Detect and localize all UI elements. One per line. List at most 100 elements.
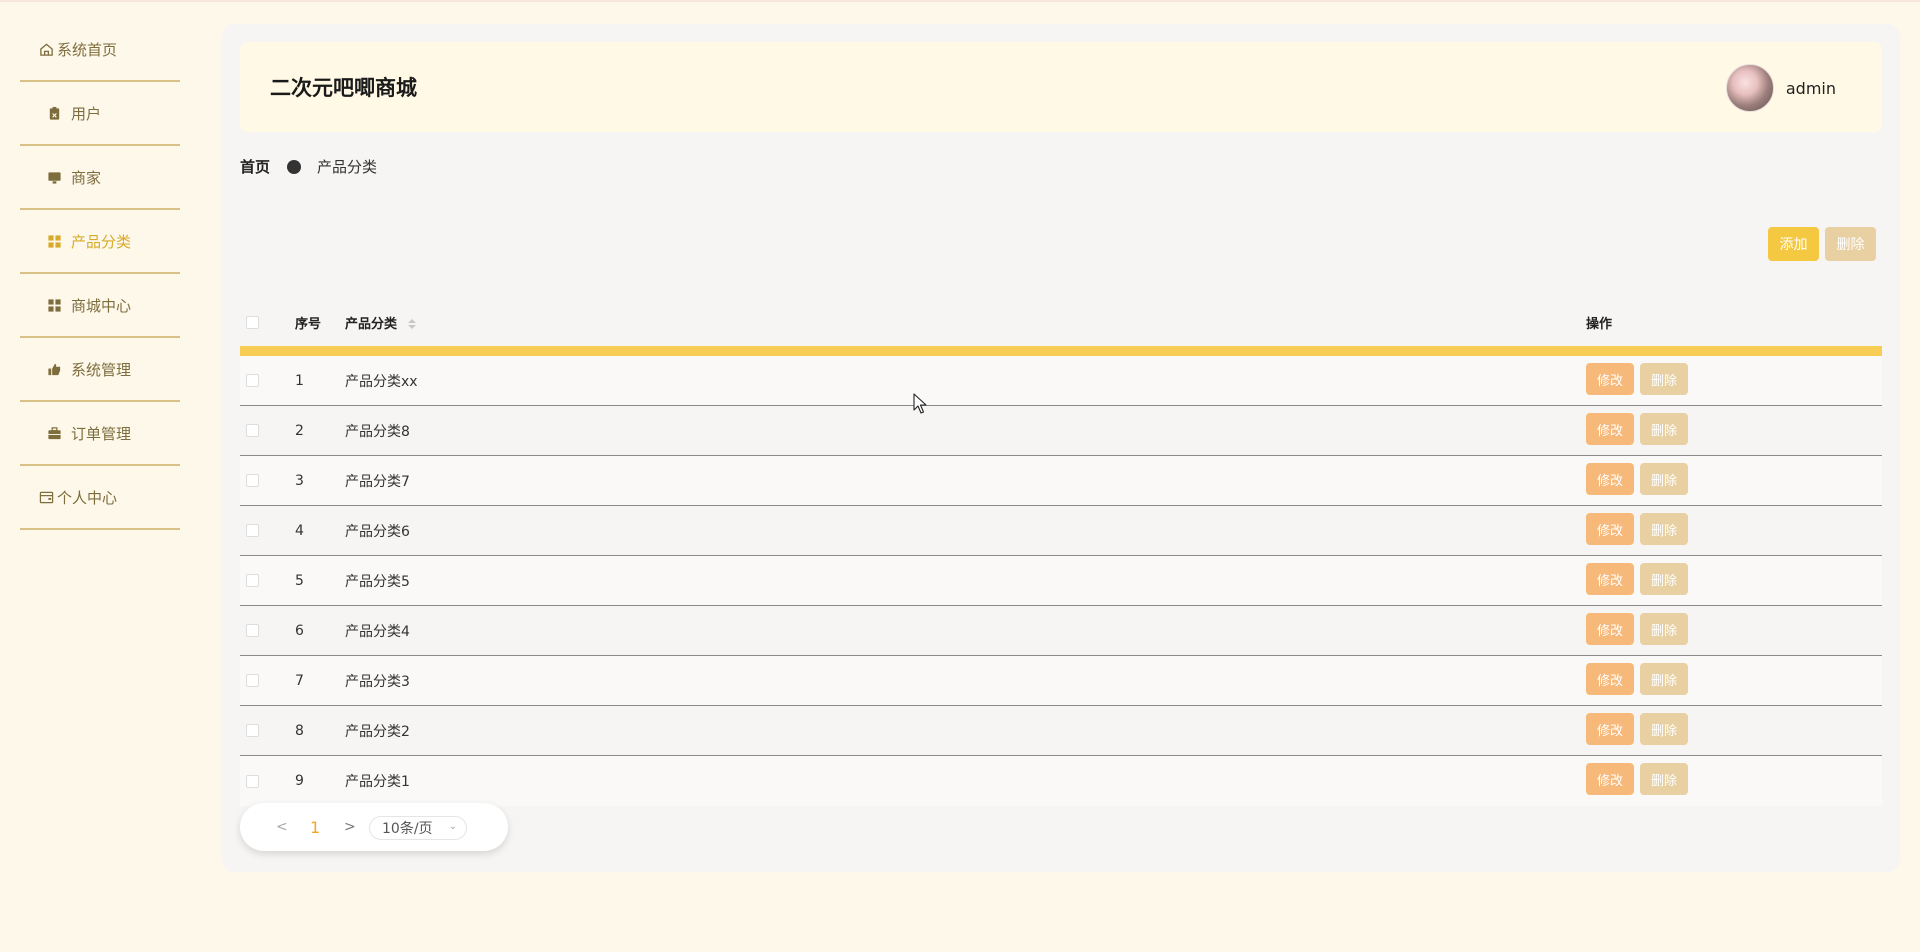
clipboard-icon <box>46 105 62 121</box>
delete-button[interactable]: 删除 <box>1640 713 1688 745</box>
row-actions: 修改 删除 <box>1586 763 1688 795</box>
sidebar-item-product-category[interactable]: 产品分类 <box>20 210 180 274</box>
monitor-icon <box>46 169 62 185</box>
row-index: 8 <box>295 722 304 739</box>
row-index: 2 <box>295 422 304 439</box>
prev-page-button[interactable]: < <box>276 819 288 835</box>
table-header-accent-bar <box>240 346 1882 356</box>
edit-button[interactable]: 修改 <box>1586 563 1634 595</box>
edit-button[interactable]: 修改 <box>1586 613 1634 645</box>
home-icon <box>38 41 54 57</box>
breadcrumb-current: 产品分类 <box>317 158 378 176</box>
breadcrumb-home[interactable]: 首页 <box>240 156 270 177</box>
avatar[interactable] <box>1725 64 1774 112</box>
row-actions: 修改 删除 <box>1586 413 1688 445</box>
delete-button[interactable]: 删除 <box>1640 413 1688 445</box>
edit-button[interactable]: 修改 <box>1586 413 1634 445</box>
delete-button[interactable]: 删除 <box>1640 363 1688 395</box>
row-checkbox[interactable] <box>246 674 259 687</box>
pagination: < 1 > 10条/页 ⌄ <box>240 803 508 851</box>
row-checkbox[interactable] <box>246 524 259 537</box>
row-name: 产品分类7 <box>345 473 410 490</box>
edit-button[interactable]: 修改 <box>1586 463 1634 495</box>
edit-button[interactable]: 修改 <box>1586 363 1634 395</box>
delete-button[interactable]: 删除 <box>1640 513 1688 545</box>
sidebar-item-label: 商城中心 <box>71 296 132 315</box>
page-number[interactable]: 1 <box>310 818 320 837</box>
table-row: 3 产品分类7 修改 删除 <box>240 456 1882 506</box>
sidebar-item-system-management[interactable]: 系统管理 <box>20 338 180 402</box>
row-checkbox[interactable] <box>246 374 259 387</box>
row-checkbox[interactable] <box>246 774 259 788</box>
row-checkbox[interactable] <box>246 474 259 487</box>
column-header-index: 序号 <box>295 316 322 332</box>
row-name: 产品分类xx <box>345 373 418 390</box>
briefcase-icon <box>46 425 62 441</box>
add-button[interactable]: 添加 <box>1768 227 1819 261</box>
username: admin <box>1785 78 1836 98</box>
card-icon <box>38 489 54 505</box>
row-actions: 修改 删除 <box>1586 463 1688 495</box>
table-row: 4 产品分类6 修改 删除 <box>240 506 1882 556</box>
sidebar-item-label: 产品分类 <box>71 232 132 251</box>
batch-delete-button[interactable]: 删除 <box>1825 227 1876 261</box>
sidebar-item-home[interactable]: 系统首页 <box>20 18 180 82</box>
column-header-name-label: 产品分类 <box>345 316 398 332</box>
sidebar-item-order-management[interactable]: 订单管理 <box>20 402 180 466</box>
row-actions: 修改 删除 <box>1586 563 1688 595</box>
row-index: 9 <box>295 773 304 789</box>
row-name: 产品分类5 <box>345 573 410 590</box>
table-row: 5 产品分类5 修改 删除 <box>240 556 1882 606</box>
category-table: 序号 产品分类 操作 1 产品分类xx 修改 删除 2 产品分类8 修改 删除 <box>240 298 1882 806</box>
delete-button[interactable]: 删除 <box>1640 763 1688 795</box>
row-index: 7 <box>295 672 304 689</box>
sidebar-item-label: 用户 <box>71 104 102 123</box>
row-name: 产品分类2 <box>345 723 410 740</box>
edit-button[interactable]: 修改 <box>1586 763 1634 795</box>
table-row: 1 产品分类xx 修改 删除 <box>240 356 1882 406</box>
select-all-checkbox[interactable] <box>246 315 259 329</box>
sidebar-item-label: 系统首页 <box>57 40 118 59</box>
sidebar-item-label: 商家 <box>71 168 102 187</box>
row-checkbox[interactable] <box>246 574 259 587</box>
sort-icon[interactable] <box>407 319 416 329</box>
sidebar: 系统首页 用户 商家 产品分类 商城中心 系统管理 订单管理 个人中心 <box>20 18 180 530</box>
row-actions: 修改 删除 <box>1586 613 1688 645</box>
row-actions: 修改 删除 <box>1586 513 1688 545</box>
row-actions: 修改 删除 <box>1586 663 1688 695</box>
table-row: 7 产品分类3 修改 删除 <box>240 656 1882 706</box>
edit-button[interactable]: 修改 <box>1586 513 1634 545</box>
page-size-select[interactable]: 10条/页 ⌄ <box>369 816 467 840</box>
row-checkbox[interactable] <box>246 424 259 437</box>
top-header: 二次元吧唧商城 admin <box>240 42 1882 132</box>
row-index: 1 <box>295 372 304 389</box>
user-menu[interactable]: admin <box>1725 64 1836 112</box>
edit-button[interactable]: 修改 <box>1586 713 1634 745</box>
row-index: 5 <box>295 572 304 589</box>
sidebar-item-users[interactable]: 用户 <box>20 82 180 146</box>
sidebar-item-merchants[interactable]: 商家 <box>20 146 180 210</box>
breadcrumb: 首页 产品分类 <box>240 156 377 177</box>
sidebar-item-mall-center[interactable]: 商城中心 <box>20 274 180 338</box>
table-row: 8 产品分类2 修改 删除 <box>240 706 1882 756</box>
delete-button[interactable]: 删除 <box>1640 613 1688 645</box>
sidebar-item-profile[interactable]: 个人中心 <box>20 466 180 530</box>
table-row: 2 产品分类8 修改 删除 <box>240 406 1882 456</box>
table-row: 9 产品分类1 修改 删除 <box>240 756 1882 806</box>
thumb-icon <box>46 361 62 377</box>
edit-button[interactable]: 修改 <box>1586 663 1634 695</box>
row-name: 产品分类6 <box>345 523 410 540</box>
row-checkbox[interactable] <box>246 724 259 737</box>
mouse-cursor-icon <box>913 393 927 414</box>
row-checkbox[interactable] <box>246 624 259 637</box>
delete-button[interactable]: 删除 <box>1640 663 1688 695</box>
row-name: 产品分类1 <box>345 774 410 790</box>
row-name: 产品分类4 <box>345 623 410 640</box>
delete-button[interactable]: 删除 <box>1640 563 1688 595</box>
column-header-name[interactable]: 产品分类 <box>345 313 416 332</box>
next-page-button[interactable]: > <box>344 819 356 835</box>
table-row: 6 产品分类4 修改 删除 <box>240 606 1882 656</box>
sidebar-item-label: 个人中心 <box>57 488 118 507</box>
top-border <box>0 0 1920 2</box>
delete-button[interactable]: 删除 <box>1640 463 1688 495</box>
